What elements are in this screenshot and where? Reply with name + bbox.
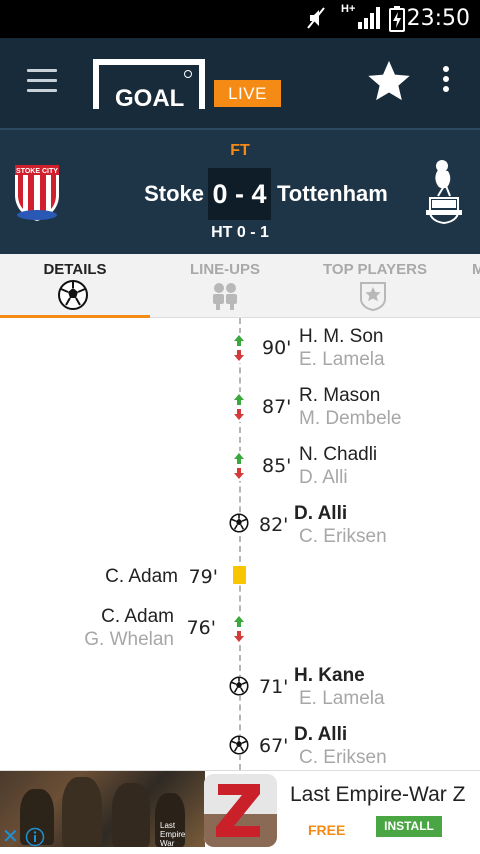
goal-scorer[interactable]: D. Alli — [294, 724, 347, 746]
player-in[interactable]: R. Mason — [299, 385, 380, 407]
event-minute: 79' — [188, 566, 218, 588]
player-in[interactable]: C. Adam — [101, 606, 174, 628]
player-in[interactable]: H. M. Son — [299, 326, 383, 348]
tab-line-ups[interactable]: LINE-UPS — [150, 254, 300, 318]
match-timeline[interactable]: 90' H. M. Son E. Lamela 87' R. Mason M. … — [0, 318, 480, 770]
ad-title[interactable]: Last Empire-War Z — [290, 783, 465, 807]
soccer-ball-icon — [58, 280, 88, 310]
goal-scorer[interactable]: D. Alli — [294, 503, 347, 525]
score: 0 - 4 — [208, 168, 271, 220]
substitution-icon — [230, 451, 248, 481]
goal-assist[interactable]: C. Eriksen — [299, 526, 387, 548]
event-minute: 85' — [262, 455, 292, 477]
install-button[interactable]: INSTALL — [376, 816, 442, 837]
logo-text: GOAL — [115, 85, 184, 109]
signal-icon — [358, 7, 380, 29]
player-in[interactable]: N. Chadli — [299, 444, 377, 466]
match-header: STOKE CITY FT Stoke 0 - 4 Tottenham HT 0… — [0, 128, 480, 254]
half-time-score: HT 0 - 1 — [211, 224, 269, 241]
tab-details[interactable]: DETAILS — [0, 254, 150, 319]
event-goal: 67' D. Alli C. Eriksen — [0, 721, 480, 770]
menu-icon[interactable] — [27, 69, 57, 93]
tottenham-crest-icon — [426, 160, 462, 224]
substitution-icon — [230, 614, 248, 644]
goal-assist[interactable]: C. Eriksen — [299, 747, 387, 769]
info-icon[interactable] — [25, 827, 45, 847]
crest-text: STOKE CITY — [16, 168, 58, 175]
tab-top-players[interactable]: TOP PLAYERS — [300, 254, 450, 318]
players-icon — [213, 283, 237, 310]
goal-ball-icon — [229, 735, 249, 755]
app-icon[interactable] — [204, 774, 277, 847]
event-substitution: 87' R. Mason M. Dembele — [0, 382, 480, 432]
yellow-card-icon — [233, 566, 246, 584]
live-badge[interactable]: LIVE — [214, 80, 281, 107]
home-team-name[interactable]: Stoke — [144, 181, 204, 207]
tab-label: TOP PLAYERS — [323, 261, 427, 278]
stoke-crest-icon: STOKE CITY — [15, 165, 59, 221]
status-bar: H+ 23:50 — [0, 0, 480, 38]
player-out[interactable]: M. Dembele — [299, 408, 401, 430]
network-type-label: H+ — [341, 3, 356, 15]
ad-figure — [112, 783, 150, 847]
event-substitution: 90' H. M. Son E. Lamela — [0, 323, 480, 373]
clock: 23:50 — [406, 6, 470, 31]
tab-label: LINE-UPS — [189, 261, 260, 278]
favorite-star-icon[interactable] — [366, 58, 412, 104]
event-goal: 82' D. Alli C. Eriksen — [0, 500, 480, 550]
tab-label: DETAILS — [43, 261, 107, 278]
badge-star-icon — [360, 282, 386, 311]
mute-icon — [307, 7, 325, 29]
ad-image-caption: Last Empire War — [160, 821, 186, 848]
booked-player[interactable]: C. Adam — [105, 566, 178, 588]
battery-charging-icon — [389, 6, 405, 32]
overflow-menu-icon[interactable] — [438, 66, 454, 98]
tab-label: M — [472, 261, 480, 278]
tab-bar: DETAILS LINE-UPS TOP PLAYERS M — [0, 254, 480, 319]
player-out[interactable]: D. Alli — [299, 467, 348, 489]
event-substitution: 85' N. Chadli D. Alli — [0, 441, 480, 491]
player-out[interactable]: E. Lamela — [299, 349, 385, 371]
app-root: H+ 23:50 GOAL LIVE STOKE CITY FT Stoke 0… — [0, 0, 480, 854]
goal-assist[interactable]: E. Lamela — [299, 688, 385, 710]
event-minute: 71' — [259, 676, 289, 698]
event-minute: 90' — [262, 337, 292, 359]
event-substitution: 76' C. Adam G. Whelan — [0, 604, 480, 654]
event-goal: 71' H. Kane E. Lamela — [0, 662, 480, 712]
tab-more[interactable]: M — [450, 254, 480, 318]
app-bar: GOAL LIVE — [0, 38, 480, 128]
last-empire-z-icon — [204, 774, 277, 847]
ad-figure — [62, 777, 102, 847]
event-yellow-card: 79' C. Adam — [0, 559, 480, 609]
away-team-name[interactable]: Tottenham — [277, 181, 388, 207]
substitution-icon — [230, 392, 248, 422]
event-minute: 67' — [259, 735, 289, 757]
match-status: FT — [230, 142, 250, 159]
goal-ball-icon — [229, 676, 249, 696]
player-out[interactable]: G. Whelan — [84, 629, 174, 651]
event-minute: 82' — [259, 514, 289, 536]
close-icon[interactable]: ✕ — [2, 827, 22, 847]
event-minute: 87' — [262, 396, 292, 418]
substitution-icon — [230, 333, 248, 363]
ad-price: FREE — [308, 822, 346, 838]
goal-ball-icon — [229, 513, 249, 533]
ad-banner[interactable]: Last Empire War Last Empire-War Z FREE I… — [0, 770, 480, 854]
goal-scorer[interactable]: H. Kane — [294, 665, 365, 687]
event-minute: 76' — [186, 617, 216, 639]
goal-logo: GOAL — [93, 59, 205, 109]
